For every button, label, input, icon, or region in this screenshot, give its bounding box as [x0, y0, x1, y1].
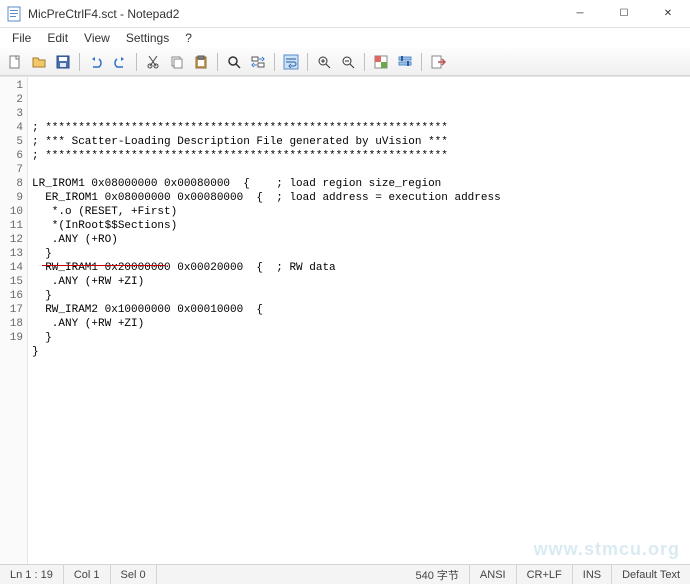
line-number: 8	[0, 177, 23, 191]
menu-edit[interactable]: Edit	[39, 29, 76, 47]
menu-bar: File Edit View Settings ?	[0, 28, 690, 48]
code-line[interactable]: ; **************************************…	[32, 149, 690, 163]
paste-icon[interactable]	[190, 51, 212, 73]
menu-settings[interactable]: Settings	[118, 29, 177, 47]
code-line[interactable]: .ANY (+RW +ZI)	[32, 275, 690, 289]
scheme-icon[interactable]	[370, 51, 392, 73]
window-title: MicPreCtrlF4.sct - Notepad2	[28, 7, 558, 21]
code-line[interactable]: ; *** Scatter-Loading Description File g…	[32, 135, 690, 149]
toolbar-separator	[364, 53, 365, 71]
save-icon[interactable]	[52, 51, 74, 73]
line-number: 14	[0, 261, 23, 275]
copy-icon[interactable]	[166, 51, 188, 73]
toolbar-separator	[136, 53, 137, 71]
code-line[interactable]: .ANY (+RO)	[32, 233, 690, 247]
open-file-icon[interactable]	[28, 51, 50, 73]
line-number-gutter: 12345678910111213141516171819	[0, 77, 28, 564]
code-line[interactable]	[32, 359, 690, 373]
menu-view[interactable]: View	[76, 29, 118, 47]
status-eol[interactable]: CR+LF	[517, 565, 573, 584]
code-line[interactable]: }	[32, 345, 690, 359]
status-bytes[interactable]: 540 字节	[406, 565, 470, 584]
red-underline-annotation	[42, 265, 166, 266]
status-bar: Ln 1 : 19 Col 1 Sel 0 540 字节 ANSI CR+LF …	[0, 564, 690, 584]
code-line[interactable]	[32, 373, 690, 387]
toolbar-separator	[79, 53, 80, 71]
code-line[interactable]: *(InRoot$$Sections)	[32, 219, 690, 233]
window-buttons: ─ ☐ ✕	[558, 0, 690, 27]
line-number: 18	[0, 317, 23, 331]
code-line[interactable]	[32, 163, 690, 177]
editor: 12345678910111213141516171819 ; ********…	[0, 76, 690, 564]
undo-icon[interactable]	[85, 51, 107, 73]
minimize-button[interactable]: ─	[558, 0, 602, 27]
toolbar-separator	[421, 53, 422, 71]
replace-icon[interactable]	[247, 51, 269, 73]
line-number: 12	[0, 233, 23, 247]
status-lexer[interactable]: Default Text	[612, 565, 690, 584]
line-number: 13	[0, 247, 23, 261]
status-line[interactable]: Ln 1 : 19	[0, 565, 64, 584]
exit-icon[interactable]	[427, 51, 449, 73]
line-number: 1	[0, 79, 23, 93]
line-number: 5	[0, 135, 23, 149]
line-number: 10	[0, 205, 23, 219]
code-line[interactable]: }	[32, 247, 690, 261]
line-number: 3	[0, 107, 23, 121]
code-line[interactable]: .ANY (+RW +ZI)	[32, 317, 690, 331]
toolbar-separator	[307, 53, 308, 71]
status-col[interactable]: Col 1	[64, 565, 111, 584]
toolbar-separator	[217, 53, 218, 71]
toolbar	[0, 48, 690, 76]
status-insert-mode[interactable]: INS	[573, 565, 612, 584]
close-button[interactable]: ✕	[646, 0, 690, 27]
status-sel[interactable]: Sel 0	[111, 565, 157, 584]
code-line[interactable]: }	[32, 331, 690, 345]
new-file-icon[interactable]	[4, 51, 26, 73]
line-number: 9	[0, 191, 23, 205]
status-encoding[interactable]: ANSI	[470, 565, 517, 584]
app-icon	[6, 6, 22, 22]
zoom-in-icon[interactable]	[313, 51, 335, 73]
customize-icon[interactable]	[394, 51, 416, 73]
toolbar-separator	[274, 53, 275, 71]
line-number: 19	[0, 331, 23, 345]
code-line[interactable]: *.o (RESET, +First)	[32, 205, 690, 219]
redo-icon[interactable]	[109, 51, 131, 73]
title-bar: MicPreCtrlF4.sct - Notepad2 ─ ☐ ✕	[0, 0, 690, 28]
line-number: 6	[0, 149, 23, 163]
cut-icon[interactable]	[142, 51, 164, 73]
word-wrap-icon[interactable]	[280, 51, 302, 73]
code-line[interactable]: RW_IRAM1 0x20000000 0x00020000 { ; RW da…	[32, 261, 690, 275]
code-area[interactable]: ; **************************************…	[28, 77, 690, 564]
line-number: 7	[0, 163, 23, 177]
code-line[interactable]: ER_IROM1 0x08000000 0x00080000 { ; load …	[32, 191, 690, 205]
code-line[interactable]: LR_IROM1 0x08000000 0x00080000 { ; load …	[32, 177, 690, 191]
code-line[interactable]: }	[32, 289, 690, 303]
zoom-out-icon[interactable]	[337, 51, 359, 73]
find-icon[interactable]	[223, 51, 245, 73]
line-number: 11	[0, 219, 23, 233]
menu-file[interactable]: File	[4, 29, 39, 47]
maximize-button[interactable]: ☐	[602, 0, 646, 27]
line-number: 2	[0, 93, 23, 107]
code-line[interactable]: RW_IRAM2 0x10000000 0x00010000 {	[32, 303, 690, 317]
line-number: 16	[0, 289, 23, 303]
line-number: 4	[0, 121, 23, 135]
line-number: 17	[0, 303, 23, 317]
line-number: 15	[0, 275, 23, 289]
menu-help[interactable]: ?	[177, 29, 200, 47]
code-line[interactable]: ; **************************************…	[32, 121, 690, 135]
